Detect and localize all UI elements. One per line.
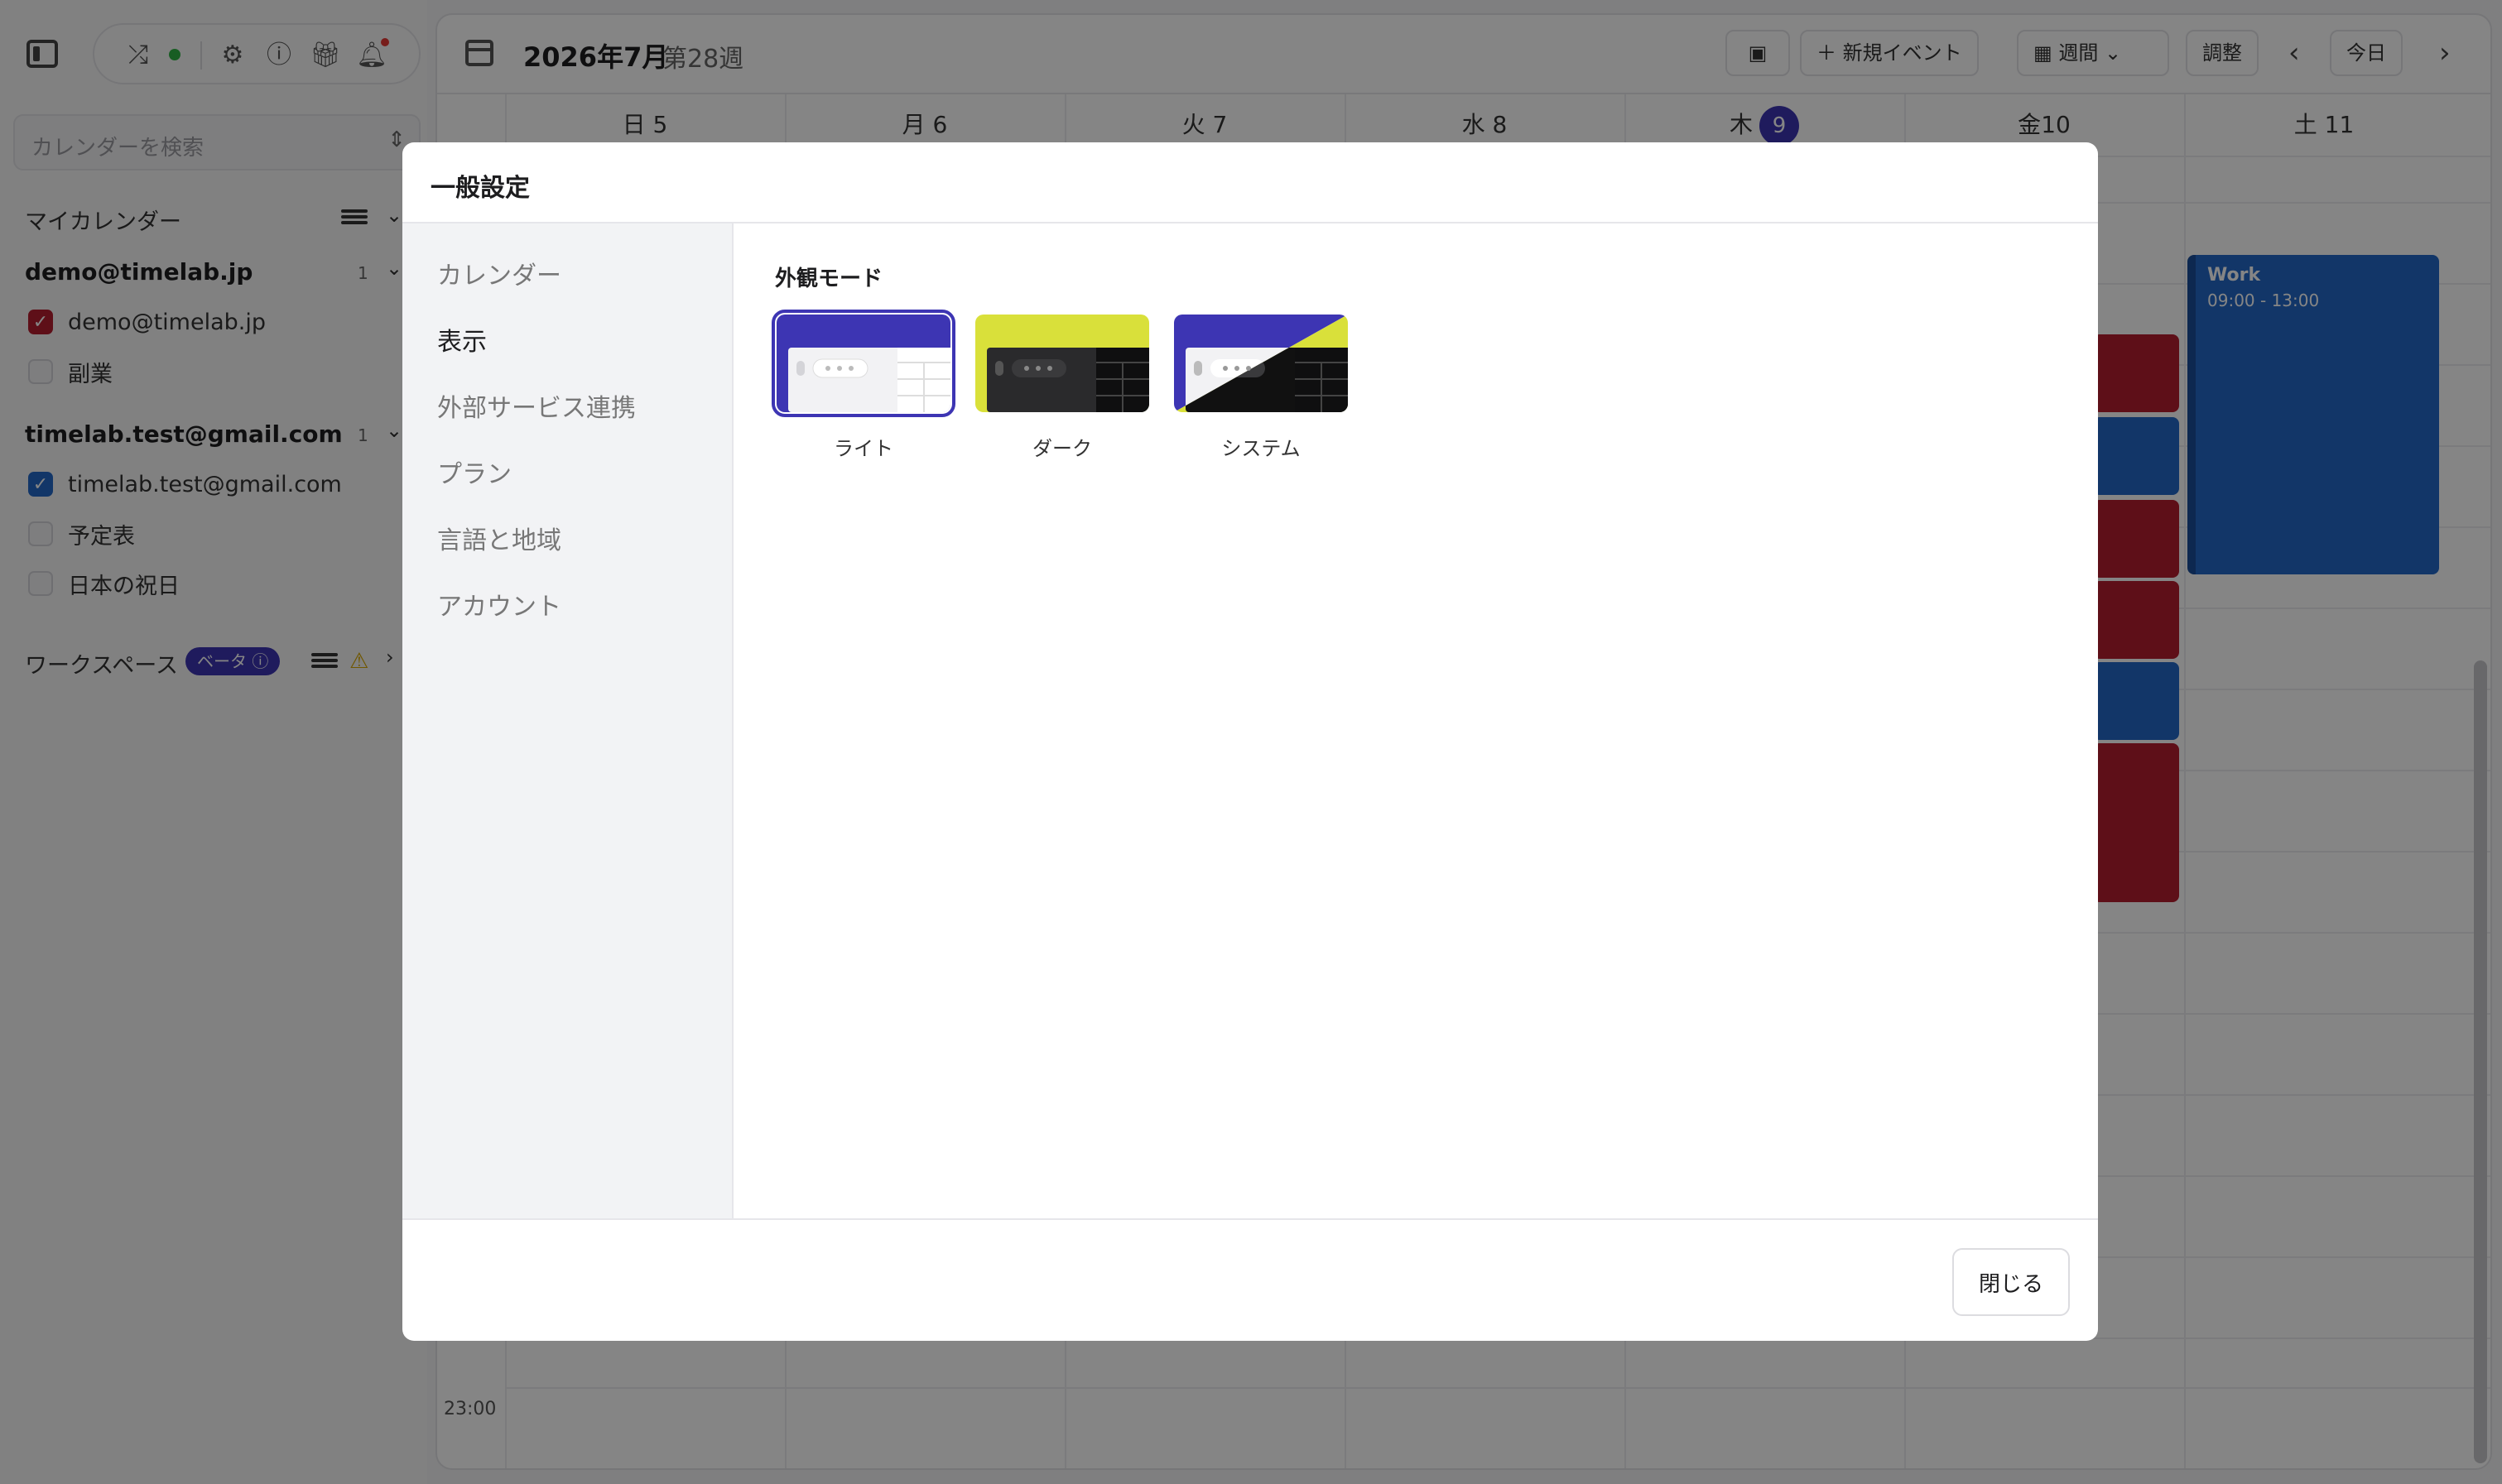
theme-label: ダーク <box>1032 437 1092 460</box>
theme-option-system[interactable]: システム <box>1174 315 1356 461</box>
appearance-mode-heading: 外観モード <box>775 267 883 291</box>
modal-title: 一般設定 <box>402 142 2098 223</box>
settings-nav-integrations[interactable]: 外部サービス連携 <box>437 387 636 424</box>
theme-option-light[interactable]: ライト <box>772 310 959 461</box>
close-button[interactable]: 閉じる <box>1952 1248 2070 1316</box>
settings-nav: カレンダー 表示 外部サービス連携 プラン 言語と地域 アカウント <box>402 223 734 1218</box>
settings-nav-display[interactable]: 表示 <box>437 321 487 358</box>
theme-label: システム <box>1221 437 1301 460</box>
settings-nav-account[interactable]: アカウント <box>437 586 561 622</box>
theme-label: ライト <box>834 437 893 460</box>
theme-preview-light <box>772 310 955 417</box>
settings-modal: 一般設定 カレンダー 表示 外部サービス連携 プラン 言語と地域 アカウント 外… <box>402 142 2098 1341</box>
settings-content: 外観モード ライト ダーク システム <box>734 223 2098 1218</box>
theme-preview-system <box>1174 315 1348 412</box>
settings-nav-plan[interactable]: プラン <box>437 454 512 490</box>
modal-footer: 閉じる <box>402 1218 2098 1341</box>
theme-preview-dark <box>975 315 1149 412</box>
settings-nav-language-region[interactable]: 言語と地域 <box>437 520 561 556</box>
theme-option-dark[interactable]: ダーク <box>975 315 1157 461</box>
settings-nav-calendar[interactable]: カレンダー <box>437 255 561 291</box>
